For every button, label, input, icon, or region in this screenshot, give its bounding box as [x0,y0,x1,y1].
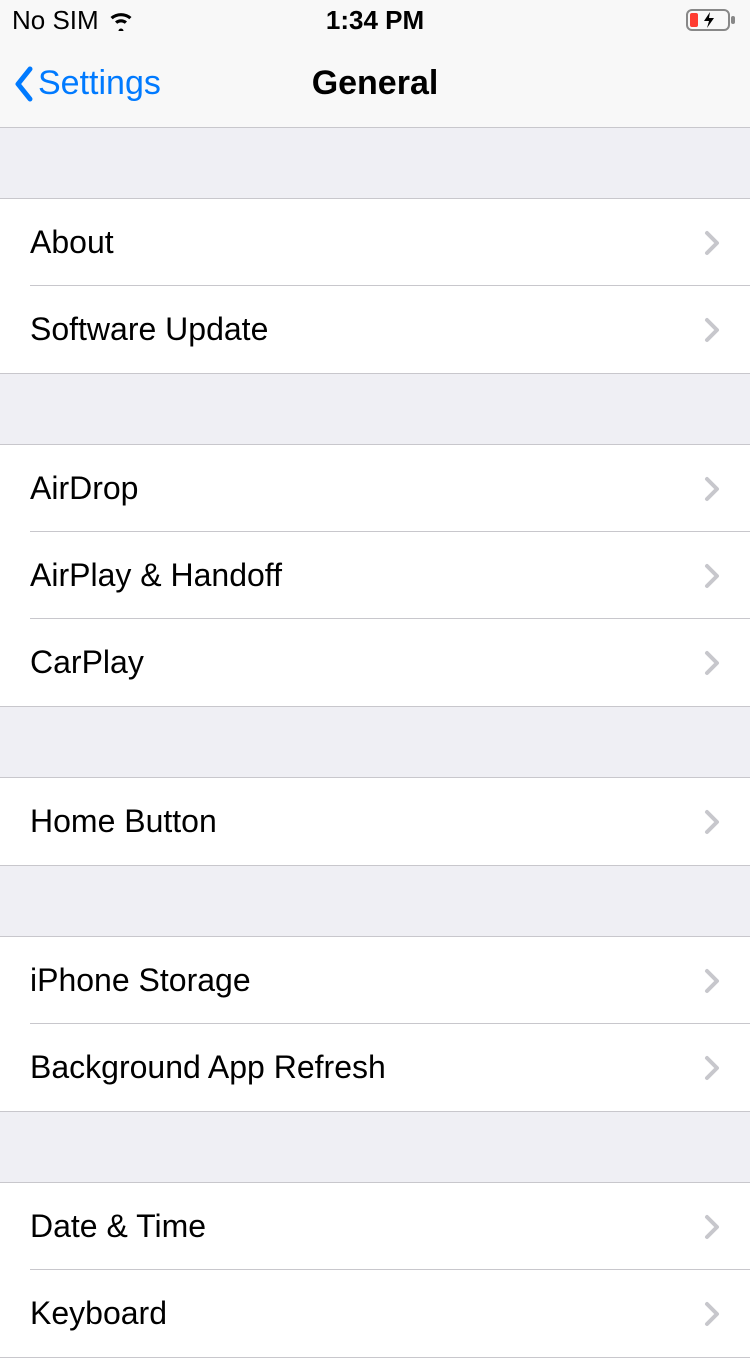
nav-bar: Settings General [0,40,750,128]
status-bar: No SIM 1:34 PM [0,0,750,40]
chevron-right-icon [704,809,720,835]
wifi-icon [107,9,135,31]
row-group: About Software Update [0,198,750,374]
section-gap [0,866,750,936]
row-group: Date & Time Keyboard [0,1182,750,1358]
section-gap [0,707,750,777]
row-group: iPhone Storage Background App Refresh [0,936,750,1112]
status-right [686,8,738,32]
row-about[interactable]: About [0,199,750,286]
chevron-right-icon [704,1301,720,1327]
row-label: CarPlay [30,644,144,681]
row-label: AirDrop [30,470,138,507]
row-carplay[interactable]: CarPlay [0,619,750,706]
chevron-right-icon [704,317,720,343]
back-label: Settings [38,64,161,103]
row-date-time[interactable]: Date & Time [0,1183,750,1270]
section-gap [0,374,750,444]
status-left: No SIM [12,5,135,36]
row-label: Keyboard [30,1295,167,1332]
row-label: Home Button [30,803,217,840]
chevron-right-icon [704,968,720,994]
row-label: Software Update [30,311,268,348]
page-title: General [312,64,439,103]
section-gap [0,128,750,198]
row-group: AirDrop AirPlay & Handoff CarPlay [0,444,750,707]
row-keyboard[interactable]: Keyboard [0,1270,750,1357]
chevron-right-icon [704,1055,720,1081]
chevron-right-icon [704,230,720,256]
row-label: Background App Refresh [30,1049,386,1086]
row-label: iPhone Storage [30,962,251,999]
battery-icon [686,8,738,32]
row-background-app-refresh[interactable]: Background App Refresh [0,1024,750,1111]
section-gap [0,1112,750,1182]
row-iphone-storage[interactable]: iPhone Storage [0,937,750,1024]
row-airplay-handoff[interactable]: AirPlay & Handoff [0,532,750,619]
content: About Software Update AirDrop AirPlay & … [0,128,750,1358]
row-home-button[interactable]: Home Button [0,778,750,865]
back-button[interactable]: Settings [12,64,161,103]
row-airdrop[interactable]: AirDrop [0,445,750,532]
row-group: Home Button [0,777,750,866]
chevron-right-icon [704,476,720,502]
chevron-right-icon [704,563,720,589]
row-label: AirPlay & Handoff [30,557,282,594]
chevron-right-icon [704,650,720,676]
chevron-left-icon [12,65,34,103]
time-label: 1:34 PM [326,5,424,36]
chevron-right-icon [704,1214,720,1240]
row-software-update[interactable]: Software Update [0,286,750,373]
carrier-label: No SIM [12,5,99,36]
row-label: Date & Time [30,1208,206,1245]
row-label: About [30,224,114,261]
